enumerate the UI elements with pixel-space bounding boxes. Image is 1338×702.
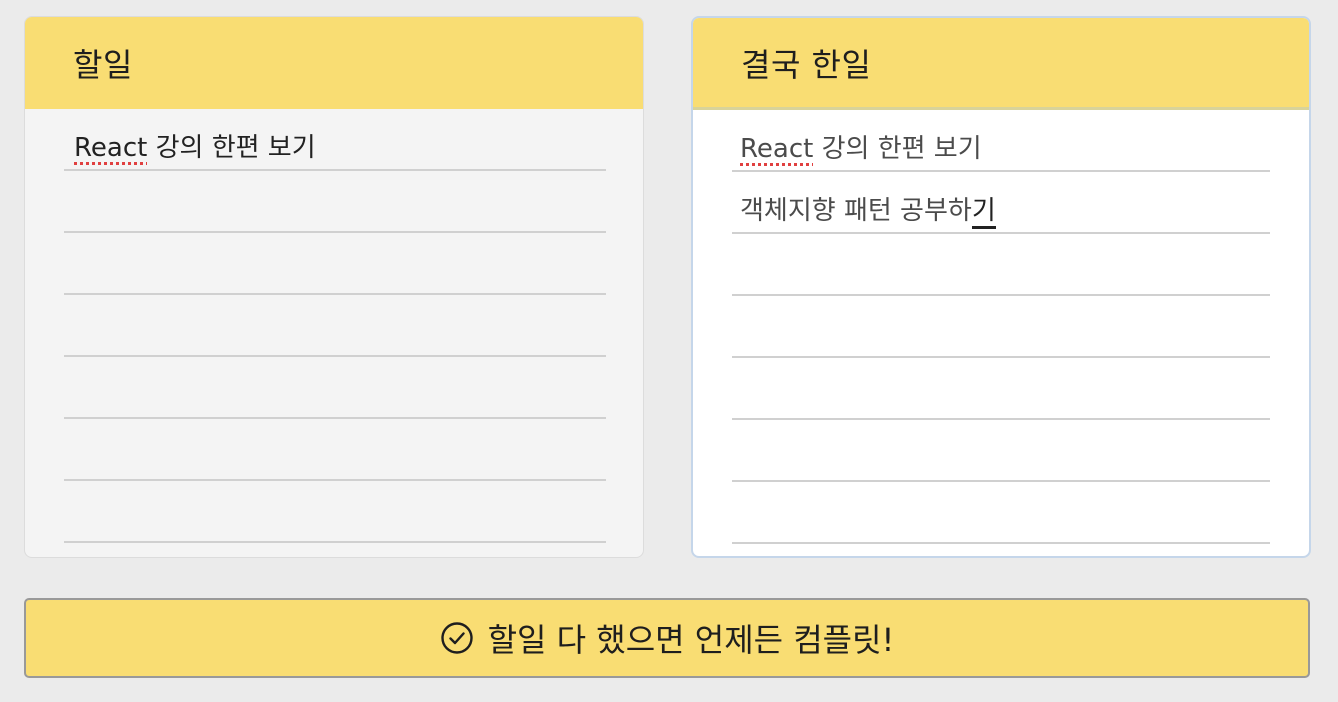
done-panel-header: 결국 한일: [693, 18, 1309, 110]
todo-panel: 할일 React 강의 한편 보기: [24, 16, 644, 558]
complete-button[interactable]: 할일 다 했으면 언제든 컴플릿!: [24, 598, 1310, 678]
done-line-2[interactable]: 객체지향 패턴 공부하기: [732, 172, 1270, 234]
done-line-1-text[interactable]: React 강의 한편 보기: [740, 128, 982, 165]
todo-line-5[interactable]: [64, 357, 606, 419]
done-panel: 결국 한일 React 강의 한편 보기 객체지향 패턴 공부하기: [691, 16, 1311, 558]
spellcheck-word: React: [740, 134, 814, 164]
todo-line-4[interactable]: [64, 295, 606, 357]
todo-line-1[interactable]: React 강의 한편 보기: [64, 109, 606, 171]
complete-button-label: 할일 다 했으면 언제든 컴플릿!: [487, 621, 895, 659]
todo-line-2[interactable]: [64, 171, 606, 233]
todo-line-6[interactable]: [64, 419, 606, 481]
check-circle-icon: [440, 622, 473, 654]
done-line-3[interactable]: [732, 234, 1270, 296]
todo-panel-header: 할일: [25, 17, 643, 109]
done-line-7[interactable]: [732, 482, 1270, 544]
todo-line-1-text[interactable]: React 강의 한편 보기: [74, 127, 316, 164]
done-line-4[interactable]: [732, 296, 1270, 358]
todo-panel-title: 할일: [73, 46, 133, 84]
spellcheck-word: React: [74, 133, 148, 163]
done-line-1[interactable]: React 강의 한편 보기: [732, 110, 1270, 172]
text-caret: 기: [971, 196, 996, 229]
done-line-2-text[interactable]: 객체지향 패턴 공부하기: [740, 190, 996, 229]
todo-line-3[interactable]: [64, 233, 606, 295]
done-line-5[interactable]: [732, 358, 1270, 420]
done-panel-title: 결국 한일: [741, 45, 872, 84]
todo-line-7[interactable]: [64, 481, 606, 543]
done-line-6[interactable]: [732, 420, 1270, 482]
